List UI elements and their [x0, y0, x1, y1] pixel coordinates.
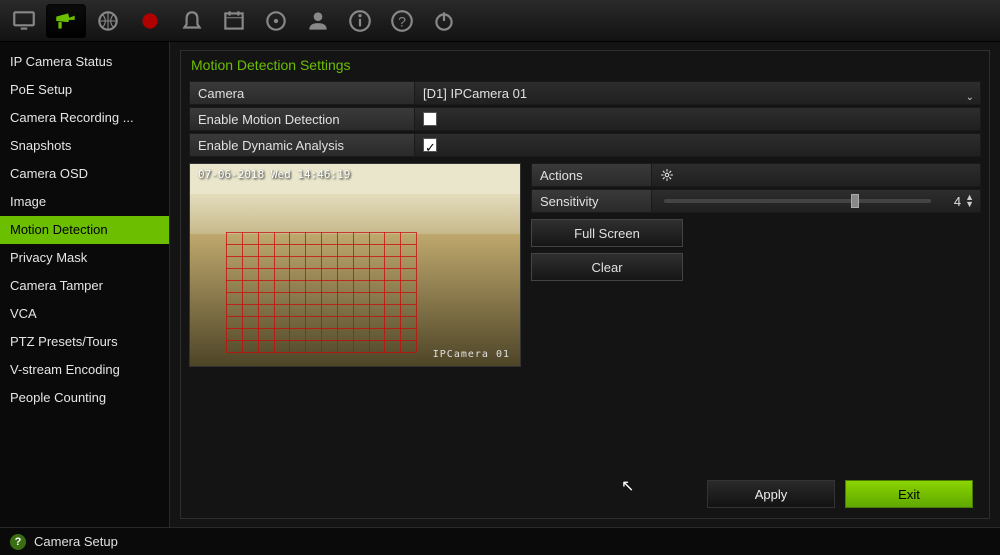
enable-dynamic-checkbox[interactable]: [423, 138, 437, 152]
actions-settings-button[interactable]: [651, 163, 981, 187]
user-icon[interactable]: [298, 4, 338, 38]
globe-icon[interactable]: [88, 4, 128, 38]
camera-label: Camera: [189, 81, 414, 105]
enable-motion-label: Enable Motion Detection: [189, 107, 414, 131]
slider-thumb[interactable]: [851, 194, 859, 208]
hdd-icon[interactable]: [256, 4, 296, 38]
info-icon[interactable]: [340, 4, 380, 38]
sensitivity-field: 4 ▲▼: [651, 189, 981, 213]
svg-text:?: ?: [398, 13, 406, 29]
record-icon[interactable]: [130, 4, 170, 38]
actions-label: Actions: [531, 163, 651, 187]
top-toolbar: ?: [0, 0, 1000, 42]
cursor-icon: ↖: [621, 476, 634, 496]
sidebar-item-camera-recording[interactable]: Camera Recording ...: [0, 104, 169, 132]
enable-motion-checkbox[interactable]: [423, 112, 437, 126]
clear-button[interactable]: Clear: [531, 253, 683, 281]
enable-dynamic-label: Enable Dynamic Analysis: [189, 133, 414, 157]
help-icon[interactable]: ?: [382, 4, 422, 38]
sensitivity-label: Sensitivity: [531, 189, 651, 213]
help-icon[interactable]: ?: [10, 534, 26, 550]
sidebar-item-camera-tamper[interactable]: Camera Tamper: [0, 272, 169, 300]
preview-timestamp: 07-06-2018 Wed 14:46:19: [198, 168, 350, 181]
camera-value: [D1] IPCamera 01: [423, 86, 527, 101]
sidebar-item-camera-osd[interactable]: Camera OSD: [0, 160, 169, 188]
footer-label: Camera Setup: [34, 534, 118, 549]
footer-bar: ? Camera Setup: [0, 527, 1000, 555]
sidebar-item-vca[interactable]: VCA: [0, 300, 169, 328]
sidebar-item-privacy-mask[interactable]: Privacy Mask: [0, 244, 169, 272]
schedule-icon[interactable]: [214, 4, 254, 38]
sidebar-item-snapshots[interactable]: Snapshots: [0, 132, 169, 160]
camera-preview[interactable]: 07-06-2018 Wed 14:46:19 IPCamera 01: [189, 163, 521, 367]
motion-grid[interactable]: [226, 232, 416, 352]
camera-icon[interactable]: [46, 4, 86, 38]
alarm-icon[interactable]: [172, 4, 212, 38]
power-icon[interactable]: [424, 4, 464, 38]
sidebar: IP Camera Status PoE Setup Camera Record…: [0, 42, 170, 527]
exit-button[interactable]: Exit: [845, 480, 973, 508]
preview-camera-label: IPCamera 01: [433, 349, 510, 360]
sidebar-item-motion-detection[interactable]: Motion Detection: [0, 216, 169, 244]
sidebar-item-ip-camera-status[interactable]: IP Camera Status: [0, 48, 169, 76]
enable-motion-field: [414, 107, 981, 131]
sidebar-item-image[interactable]: Image: [0, 188, 169, 216]
camera-select[interactable]: [D1] IPCamera 01 ⌄: [414, 81, 981, 105]
gear-icon: [658, 166, 676, 184]
apply-button[interactable]: Apply: [707, 480, 835, 508]
content-area: Motion Detection Settings Camera [D1] IP…: [170, 42, 1000, 527]
monitor-icon[interactable]: [4, 4, 44, 38]
page-title: Motion Detection Settings: [191, 57, 981, 73]
enable-dynamic-field: [414, 133, 981, 157]
sensitivity-slider[interactable]: [664, 199, 931, 203]
sidebar-item-vstream-encoding[interactable]: V-stream Encoding: [0, 356, 169, 384]
sensitivity-value: 4: [937, 194, 965, 209]
sensitivity-stepper[interactable]: ▲▼: [965, 194, 974, 208]
sidebar-item-people-counting[interactable]: People Counting: [0, 384, 169, 412]
sidebar-item-ptz-presets[interactable]: PTZ Presets/Tours: [0, 328, 169, 356]
sidebar-item-poe-setup[interactable]: PoE Setup: [0, 76, 169, 104]
full-screen-button[interactable]: Full Screen: [531, 219, 683, 247]
